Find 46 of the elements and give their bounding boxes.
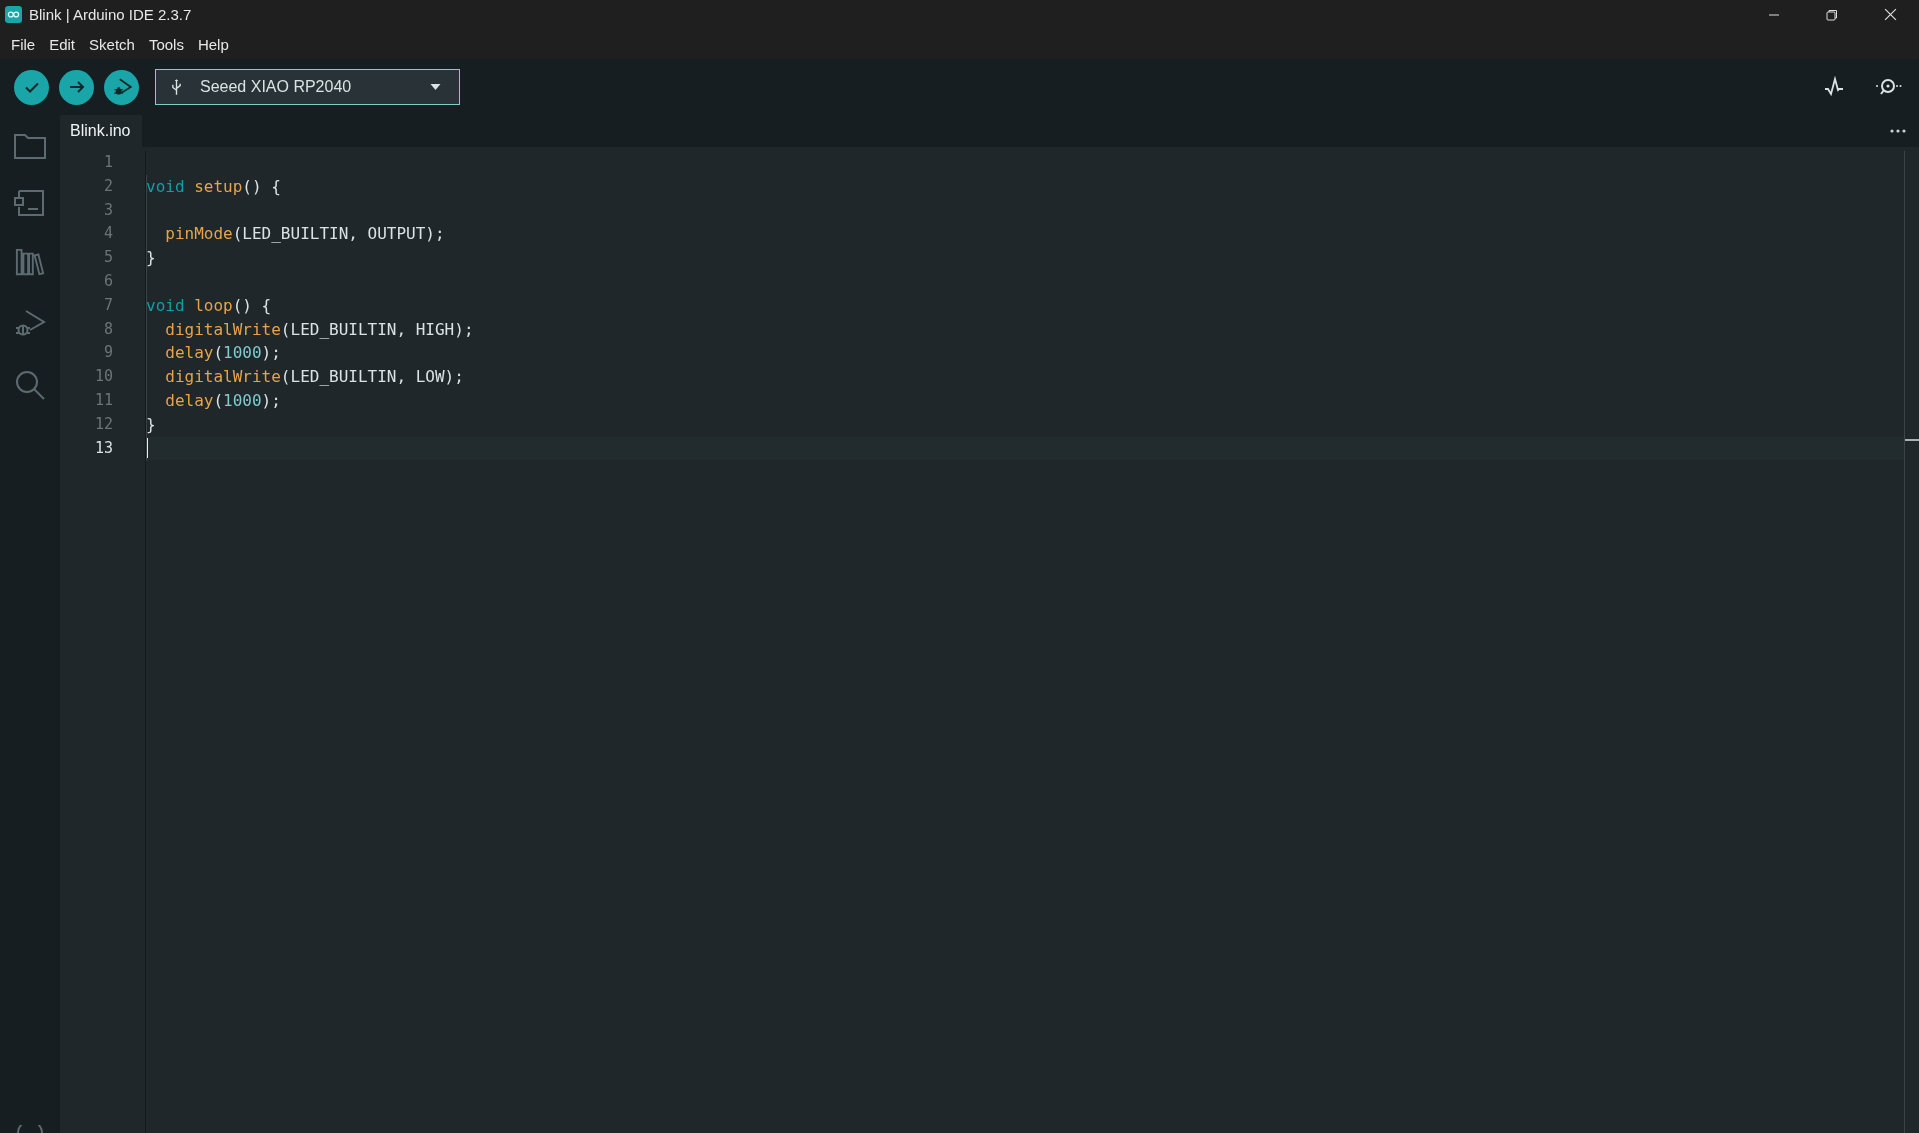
line-number: 2 <box>102 175 114 197</box>
code-line: pinMode(LED_BUILTIN, OUTPUT); <box>165 223 445 246</box>
line-number: 1 <box>102 152 114 173</box>
code-line: delay(1000); <box>165 389 281 412</box>
restore-icon <box>1826 8 1838 21</box>
plotter-icon <box>1823 76 1845 98</box>
line-number: 6 <box>102 271 114 292</box>
menu-item[interactable]: Tools <box>141 35 191 53</box>
menu-item[interactable]: Sketch <box>82 35 142 53</box>
file-tab[interactable]: Blink.ino <box>60 115 143 147</box>
window-title: Blink | Arduino IDE 2.3.7 <box>29 6 192 23</box>
code-line: delay(1000); <box>165 342 281 365</box>
code-line: } <box>146 247 156 270</box>
code-line: void loop() { <box>146 294 272 317</box>
usb-icon <box>171 78 182 96</box>
search-icon[interactable] <box>14 369 46 401</box>
caret-icon <box>430 84 441 90</box>
line-number: 12 <box>93 413 114 435</box>
line-number: 13 <box>93 437 114 459</box>
code-line: digitalWrite(LED_BUILTIN, HIGH); <box>165 318 474 341</box>
more-icon[interactable] <box>1890 129 1906 133</box>
library-icon[interactable] <box>15 247 45 277</box>
text-cursor <box>146 438 148 459</box>
upload-button[interactable] <box>59 69 94 105</box>
code-line: digitalWrite(LED_BUILTIN, LOW); <box>165 366 464 389</box>
line-number: 4 <box>102 223 114 245</box>
verify-button[interactable] <box>14 69 49 105</box>
line-number: 9 <box>102 342 114 364</box>
app-logo-icon <box>5 6 22 23</box>
close-icon <box>1883 8 1897 21</box>
line-number: 8 <box>102 318 114 340</box>
debug-button[interactable] <box>104 69 139 105</box>
menu-item[interactable]: File <box>4 35 43 53</box>
folder-icon[interactable] <box>14 133 46 159</box>
menu-item[interactable]: Help <box>190 35 236 53</box>
line-number: 7 <box>102 294 114 316</box>
line-number: 11 <box>93 389 114 411</box>
line-number: 3 <box>102 199 114 221</box>
menu-item[interactable]: Edit <box>42 35 83 53</box>
line-number: 10 <box>93 366 114 388</box>
debug-icon[interactable] <box>14 308 46 338</box>
code-line: void setup() { <box>146 175 281 198</box>
code-line: } <box>146 413 156 436</box>
line-number: 5 <box>102 247 114 269</box>
board-manager-icon[interactable] <box>14 190 46 216</box>
board-selector[interactable]: Seeed XIAO RP2040 <box>155 69 460 105</box>
